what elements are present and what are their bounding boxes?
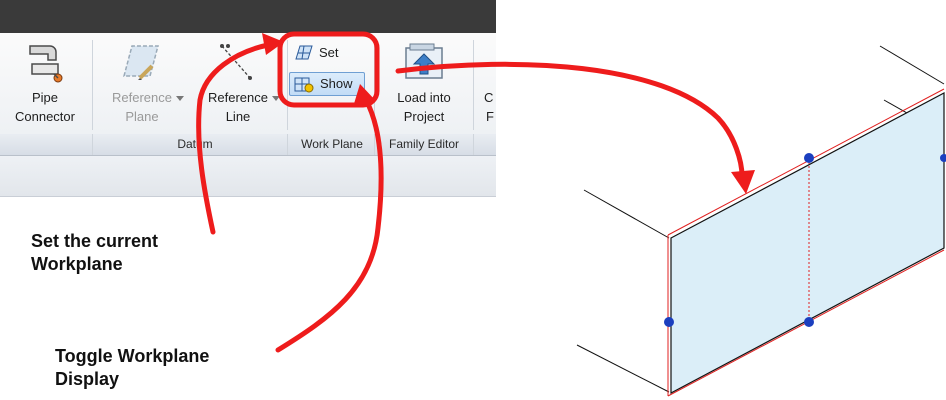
annotation-overlay bbox=[196, 31, 946, 397]
arrow-to-set bbox=[196, 42, 271, 235]
extent-line bbox=[583, 189, 670, 239]
extent-line bbox=[879, 45, 945, 85]
work-plane-surface bbox=[670, 92, 945, 394]
arrow-to-plane bbox=[395, 61, 745, 179]
grip-handle[interactable] bbox=[804, 317, 814, 327]
extent-line bbox=[576, 344, 670, 393]
caption-set-line-1: Set the current bbox=[31, 231, 159, 251]
workplane-3d-view bbox=[576, 45, 946, 397]
caption-toggle-line-1: Toggle Workplane bbox=[55, 346, 210, 366]
grip-handle[interactable] bbox=[664, 317, 674, 327]
caption-toggle-line-2: Display bbox=[55, 369, 120, 389]
arrow-to-show bbox=[275, 97, 384, 353]
caption-set-line-2: Workplane bbox=[31, 254, 123, 274]
grip-handle[interactable] bbox=[804, 153, 814, 163]
